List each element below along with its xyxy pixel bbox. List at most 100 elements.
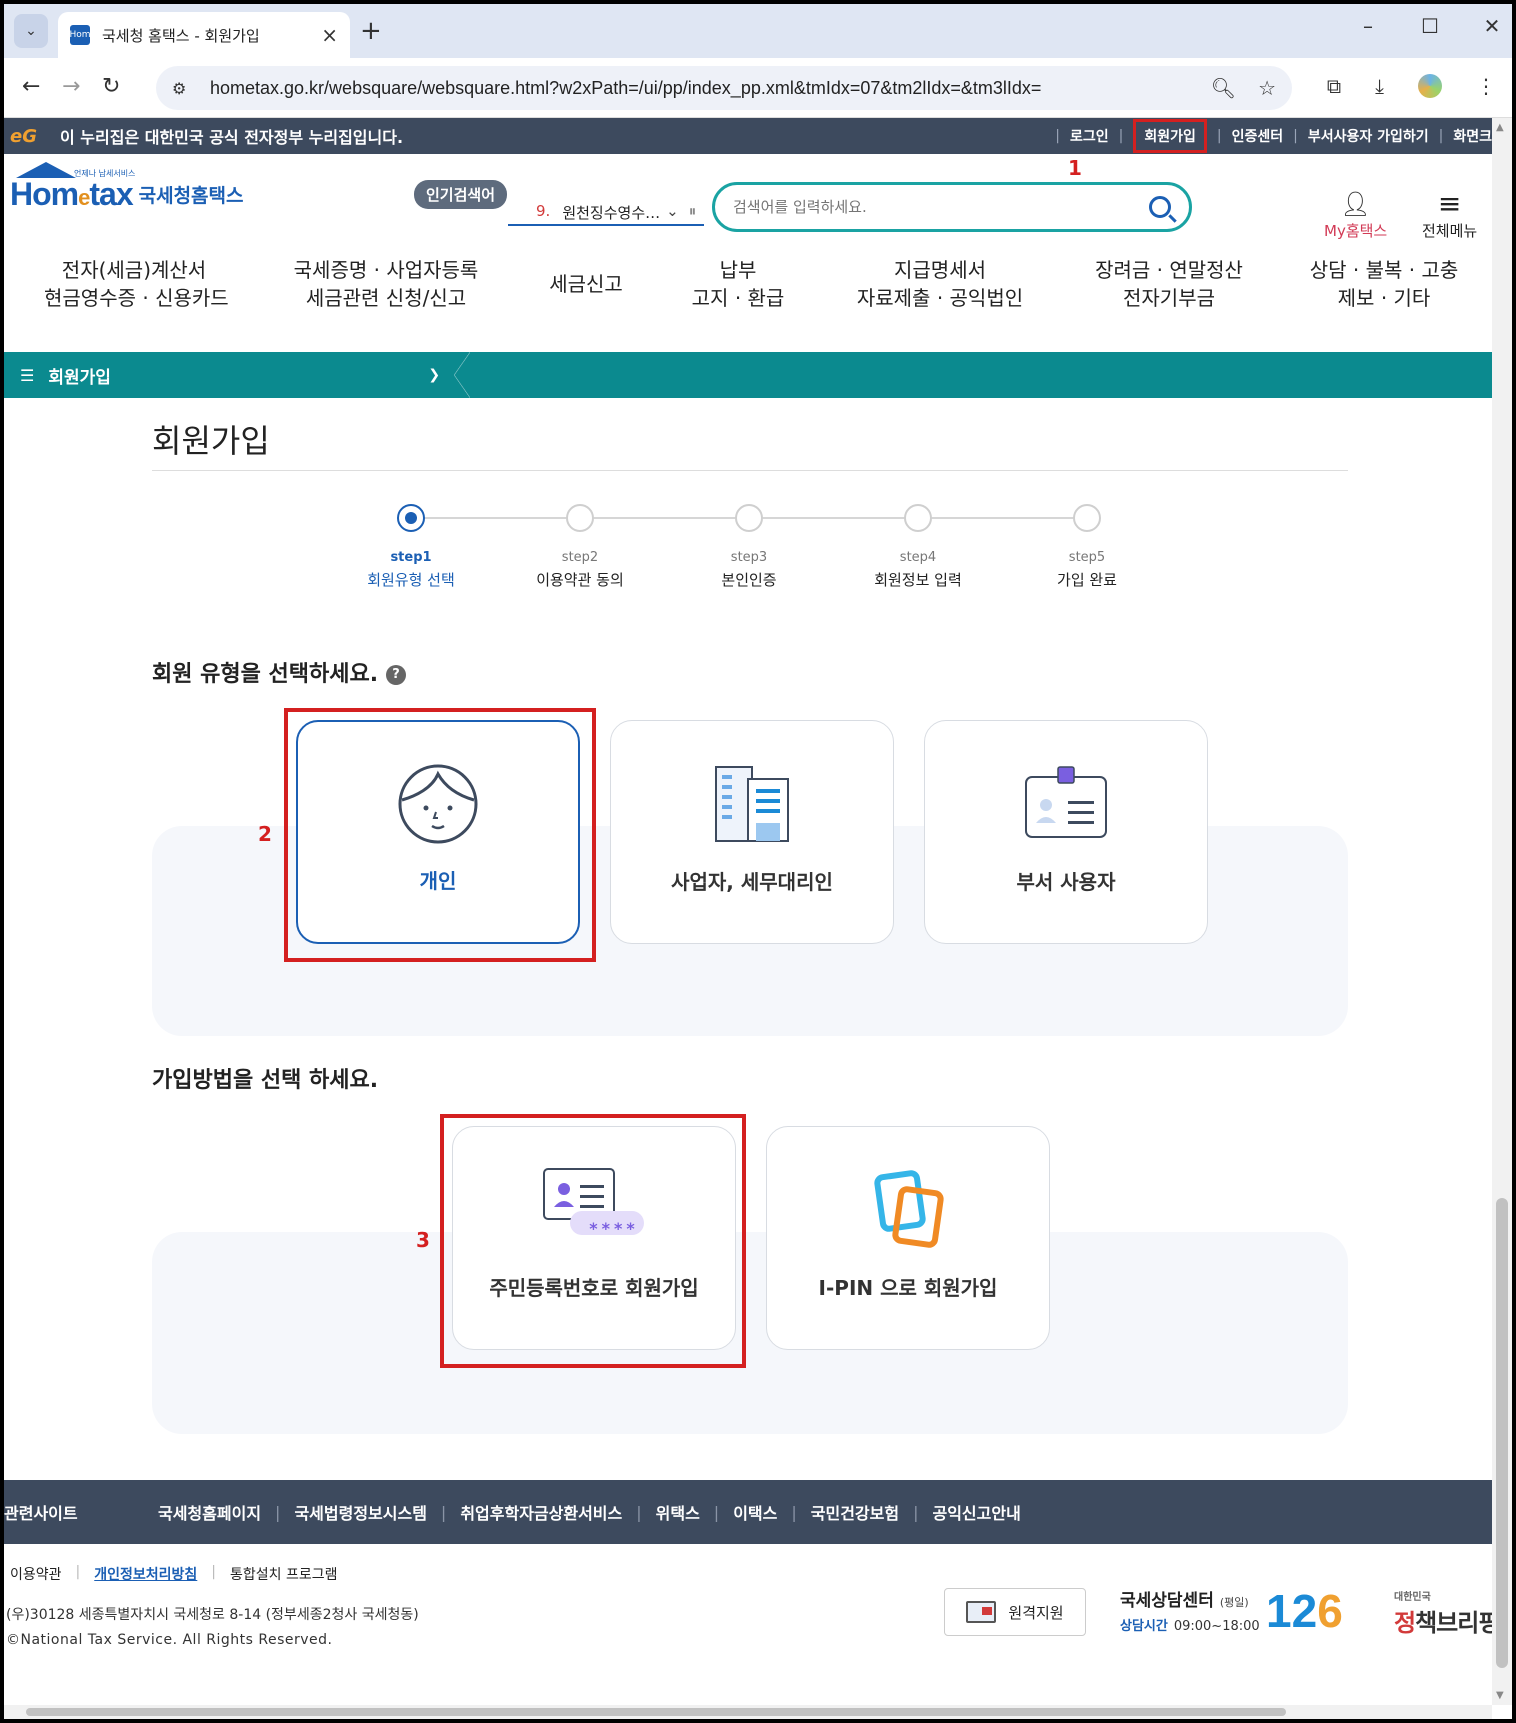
call-center-info: 국세상담센터 (평일) 상담시간 09:00~18:00 [1120, 1591, 1260, 1634]
signup-link[interactable]: 회원가입 [1133, 119, 1207, 153]
step-4: step4 회원정보 입력 [843, 504, 993, 590]
face-icon [398, 764, 478, 844]
scroll-down-icon[interactable]: ▼ [1496, 1690, 1504, 1701]
masked-number: **** [589, 1219, 639, 1238]
nav-certificate[interactable]: 국세증명 · 사업자등록 세금관련 신청/신고 [286, 256, 486, 312]
zoom-icon[interactable]: 🔍︎ [1211, 76, 1236, 100]
annotation-1: 1 [1068, 156, 1082, 180]
privacy-policy-link[interactable]: 개인정보처리방침 [80, 1564, 211, 1584]
scroll-up-icon[interactable]: ▲ [1496, 122, 1504, 133]
join-by-rrn-button[interactable]: **** 주민등록번호로 회원가입 [452, 1126, 736, 1350]
divider [152, 470, 1348, 471]
member-type-dept-user[interactable]: 부서 사용자 [924, 720, 1208, 944]
download-icon[interactable]: ⤓ [1375, 74, 1384, 98]
logo-korean: 국세청홈택스 [138, 184, 244, 207]
step-dot [566, 504, 594, 532]
search-input[interactable] [733, 198, 1149, 216]
address-bar[interactable]: ⚙ hometax.go.kr/websquare/websquare.html… [156, 66, 1292, 110]
dept-user-signup-link[interactable]: 부서사용자 가입하기 [1308, 126, 1429, 146]
member-type-individual[interactable]: 개인 [296, 720, 580, 944]
remote-support-button[interactable]: 원격지원 [944, 1588, 1086, 1636]
scroll-thumb[interactable] [26, 1708, 1286, 1716]
search-icon[interactable] [1149, 196, 1171, 218]
join-method-title: 가입방법을 선택 하세요. [152, 1068, 379, 1093]
annotation-2: 2 [258, 822, 272, 846]
step-dot [735, 504, 763, 532]
monitor-icon [966, 1601, 997, 1623]
minimize-icon[interactable]: – [1358, 14, 1378, 38]
new-tab-button[interactable]: + [360, 16, 382, 46]
related-sites-bar: 관련사이트 국세청홈페이지 | 국세법령정보시스템 | 취업후학자금상환서비스 | 위… [4, 1480, 1492, 1544]
logo-wordmark: Hometax [10, 175, 134, 212]
egov-logo-icon: eG [10, 125, 37, 147]
terms-link[interactable]: 이용약관 [10, 1564, 76, 1584]
nav-payment[interactable]: 납부 고지 · 환급 [680, 256, 796, 312]
nav-einvoice[interactable]: 전자(세금)계산서 현금영수증 · 신용카드 [44, 256, 229, 312]
url-text[interactable]: hometax.go.kr/websquare/websquare.html?w… [210, 78, 1211, 99]
pause-icon[interactable]: ⏸ [689, 202, 697, 220]
hamburger-icon: ≡ [1437, 187, 1462, 220]
nav-tax-return[interactable]: 세금신고 [536, 270, 636, 298]
more-menu-icon[interactable]: ⋮ [1476, 74, 1496, 98]
member-type-title: 회원 유형을 선택하세요.? [152, 656, 407, 688]
scroll-thumb[interactable] [1496, 1198, 1508, 1668]
footer-site-link[interactable]: 국세청홈페이지 [144, 1500, 275, 1524]
chevron-down-icon[interactable]: ❯ [428, 367, 440, 383]
nav-consult[interactable]: 상담 · 불복 · 고충 제보 · 기타 [1304, 256, 1464, 312]
site-info-icon[interactable]: ⚙ [172, 79, 198, 98]
annotation-3: 3 [416, 1228, 430, 1252]
main-nav: 전자(세금)계산서 현금영수증 · 신용카드 국세증명 · 사업자등록 세금관련 신… [4, 256, 1492, 320]
footer-site-link[interactable]: 이택스 [719, 1500, 791, 1524]
utility-links: | 로그인 | 회원가입 | 인증센터 | 부서사용자 가입하기 | 화면크 [1045, 118, 1492, 154]
all-menu-button[interactable]: ≡ 전체메뉴 [1422, 190, 1477, 241]
browser-window: ⌄ Hom 국세청 홈택스 - 회원가입 × + – ☐ ✕ ← → ↻ ⚙ h… [4, 4, 1512, 1719]
window-close-icon[interactable]: ✕ [1482, 14, 1502, 38]
active-tab[interactable]: Hom 국세청 홈택스 - 회원가입 × [58, 12, 350, 58]
profile-avatar[interactable] [1418, 74, 1442, 98]
back-icon[interactable]: ← [22, 74, 40, 99]
member-type-business[interactable]: 사업자, 세무대리인 [610, 720, 894, 944]
footer-site-link[interactable]: 위택스 [642, 1500, 714, 1524]
footer-site-link[interactable]: 국세법령정보시스템 [280, 1500, 440, 1524]
step-5: step5 가입 완료 [1012, 504, 1162, 590]
popular-search-badge: 인기검색어 [414, 180, 508, 209]
footer-site-link[interactable]: 국민건강보험 [797, 1500, 913, 1524]
hometax-logo[interactable]: 언제나 납세서비스 Hometax 국세청홈택스 [10, 162, 244, 224]
footer-site-link[interactable]: 취업후학자금상환서비스 [446, 1500, 636, 1524]
tab-close-icon[interactable]: × [321, 23, 338, 47]
cert-center-link[interactable]: 인증센터 [1232, 126, 1284, 146]
breadcrumb-label[interactable]: 회원가입 [48, 363, 428, 388]
vertical-scrollbar[interactable]: ▲ ▼ [1492, 118, 1512, 1705]
user-star-icon: 👤︎ [1340, 190, 1371, 218]
page-title: 회원가입 [152, 422, 270, 460]
step-2: step2 이용약관 동의 [505, 504, 655, 590]
popular-search-ticker[interactable]: 9. 원천징수영수… ⌄ ⏸ [508, 202, 704, 226]
bookmark-star-icon[interactable]: ☆ [1258, 76, 1276, 100]
nav-payment-statement[interactable]: 지급명세서 자료제출 · 공익법인 [850, 256, 1030, 312]
join-method-panel [152, 1232, 1348, 1434]
extensions-icon[interactable]: ⧉ [1327, 74, 1341, 98]
id-badge-icon [1025, 766, 1107, 838]
horizontal-scrollbar[interactable] [4, 1705, 1492, 1719]
footer-site-link[interactable]: 공익신고안내 [918, 1500, 1034, 1524]
nav-incentive[interactable]: 장려금 · 연말정산 전자기부금 [1084, 256, 1254, 312]
my-hometax-button[interactable]: 👤︎ My홈택스 [1324, 190, 1387, 241]
maximize-icon[interactable]: ☐ [1420, 14, 1440, 38]
tab-bar: ⌄ Hom 국세청 홈택스 - 회원가입 × + – ☐ ✕ [4, 4, 1512, 58]
tab-search-button[interactable]: ⌄ [14, 14, 48, 48]
forward-icon[interactable]: → [62, 74, 80, 99]
breadcrumb-bar: ☰ 회원가입 ❯ [4, 352, 1492, 398]
login-link[interactable]: 로그인 [1070, 126, 1109, 146]
browser-toolbar: ← → ↻ ⚙ hometax.go.kr/websquare/websquar… [4, 58, 1512, 118]
search-box [712, 182, 1192, 232]
popular-term[interactable]: 원천징수영수… [562, 202, 660, 223]
reload-icon[interactable]: ↻ [102, 74, 120, 99]
menu-list-icon[interactable]: ☰ [20, 366, 34, 385]
help-icon[interactable]: ? [386, 665, 407, 685]
join-by-ipin-button[interactable]: I-PIN 으로 회원가입 [766, 1126, 1050, 1350]
screen-size-link[interactable]: 화면크 [1453, 126, 1492, 146]
house-roof-icon [16, 162, 76, 178]
chevron-down-icon[interactable]: ⌄ [666, 202, 679, 220]
policy-briefing-logo[interactable]: 대한민국 정책브리핑 [1394, 1588, 1500, 1638]
install-program-link[interactable]: 통합설치 프로그램 [216, 1564, 352, 1584]
